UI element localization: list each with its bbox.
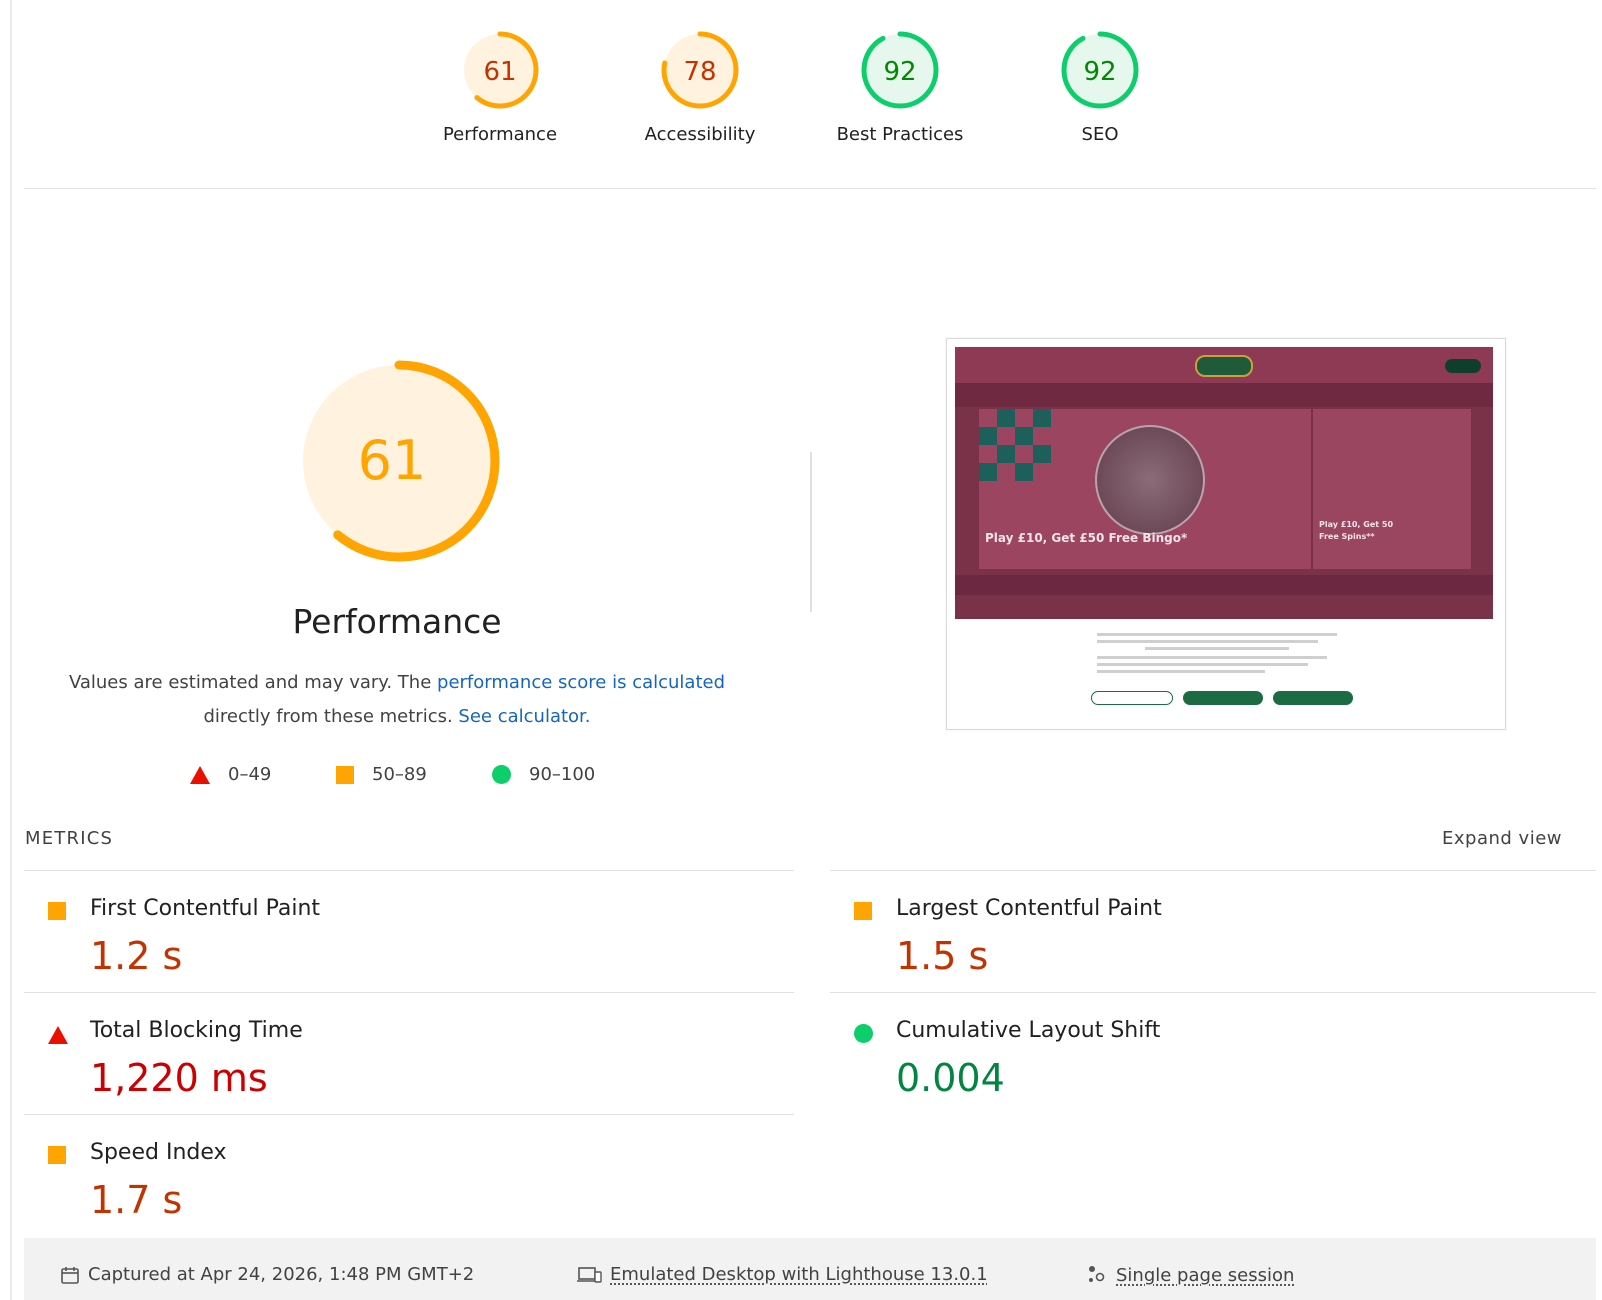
gauge-ring: 78 xyxy=(661,31,739,109)
session-text: Single page session xyxy=(1116,1264,1295,1286)
gauge-ring: 61 xyxy=(461,31,539,109)
metric-value: 1,220 ms xyxy=(90,1056,268,1100)
session-type[interactable]: Single page session xyxy=(1086,1264,1294,1286)
see-calculator-link[interactable]: See calculator. xyxy=(458,706,590,727)
gauge-seo[interactable]: 92 SEO xyxy=(1010,28,1190,145)
emulated-device[interactable]: Emulated Desktop with Lighthouse 13.0.1 xyxy=(576,1264,988,1285)
legend-pass: 90–100 xyxy=(492,764,595,785)
legend-fail: 0–49 xyxy=(190,764,271,785)
gauge-label: Performance xyxy=(442,124,558,145)
square-icon xyxy=(48,1146,66,1164)
screenshot-strip xyxy=(955,575,1493,595)
gauge-ring: 92 xyxy=(1061,31,1139,109)
metric-name: Total Blocking Time xyxy=(90,1018,303,1043)
desc-text: Values are estimated and may vary. The xyxy=(68,672,438,693)
metric-si: Speed Index 1.7 s xyxy=(24,1128,754,1240)
emulated-text: Emulated Desktop with Lighthouse 13.0.1 xyxy=(610,1264,988,1285)
captured-text: Captured at Apr 24, 2026, 1:48 PM GMT+2 xyxy=(88,1264,475,1285)
gauge-score: 61 xyxy=(483,57,516,87)
legend-range: 0–49 xyxy=(228,764,272,785)
metric-divider xyxy=(24,1114,794,1115)
gauge-score: 92 xyxy=(883,57,916,87)
metric-divider xyxy=(830,992,1596,993)
screenshot-hero-text: Play £10, Get £50 Free Bingo* xyxy=(985,531,1188,545)
gauge-best-practices[interactable]: 92 Best Practices xyxy=(810,28,990,145)
vertical-divider xyxy=(810,452,812,612)
circle-icon xyxy=(854,1024,873,1043)
score-calculated-link[interactable]: performance score is calculated xyxy=(437,672,725,693)
gauge-ring: 92 xyxy=(861,31,939,109)
metric-value: 1.2 s xyxy=(90,934,183,978)
screenshot-hero-2 xyxy=(1313,409,1471,569)
captured-at: Captured at Apr 24, 2026, 1:48 PM GMT+2 xyxy=(60,1264,474,1285)
metric-cls: Cumulative Layout Shift 0.004 xyxy=(830,1006,1560,1118)
screenshot-nav xyxy=(955,383,1493,407)
legend-range: 50–89 xyxy=(372,764,427,785)
metric-tbt: Total Blocking Time 1,220 ms xyxy=(24,1006,754,1118)
screenshot-page: Play £10, Get £50 Free Bingo* Play £10, … xyxy=(955,347,1493,619)
metric-name: Cumulative Layout Shift xyxy=(896,1018,1161,1043)
triangle-icon xyxy=(190,765,210,784)
screenshot-logo xyxy=(1195,355,1253,377)
metric-divider xyxy=(24,992,794,993)
metric-lcp: Largest Contentful Paint 1.5 s xyxy=(830,884,1560,996)
gauge-performance[interactable]: 61 Performance xyxy=(410,28,590,145)
screenshot-cookie-banner xyxy=(1097,633,1337,677)
square-icon xyxy=(854,902,872,920)
screenshot-checker xyxy=(979,409,1051,481)
screenshot-manage-button xyxy=(1091,691,1173,705)
gauge-label: SEO xyxy=(1081,124,1119,145)
metric-divider xyxy=(24,870,794,871)
score-legend: 0–49 50–89 90–100 xyxy=(190,764,640,790)
desktop-device-icon xyxy=(577,1266,602,1283)
metric-value: 1.7 s xyxy=(90,1178,183,1222)
metric-name: Largest Contentful Paint xyxy=(896,896,1162,921)
metric-divider xyxy=(830,870,1596,871)
gauge-ring-large: 61 xyxy=(298,360,500,562)
legend-range: 90–100 xyxy=(529,764,596,785)
screenshot-necessary-button xyxy=(1183,691,1263,705)
square-icon xyxy=(48,902,66,920)
screenshot-hero-text-2: Play £10, Get 50 Free Spins** xyxy=(1319,520,1394,541)
gauge-accessibility[interactable]: 78 Accessibility xyxy=(610,28,790,145)
performance-gauge-large: 61 xyxy=(294,356,504,570)
circle-icon xyxy=(492,765,511,784)
session-icon xyxy=(1089,1266,1105,1282)
expand-view-toggle[interactable]: Expand view xyxy=(1442,828,1562,849)
final-screenshot[interactable]: Play £10, Get £50 Free Bingo* Play £10, … xyxy=(946,338,1506,730)
runtime-settings-footer: Captured at Apr 24, 2026, 1:48 PM GMT+2 … xyxy=(24,1238,1596,1300)
gauge-label: Accessibility xyxy=(644,124,756,145)
metric-value: 0.004 xyxy=(896,1056,1005,1100)
desc-text-2: directly from these metrics. xyxy=(203,706,459,727)
screenshot-bingo-ball xyxy=(1095,425,1205,535)
calendar-icon xyxy=(61,1266,79,1284)
metric-name: First Contentful Paint xyxy=(90,896,321,921)
triangle-icon xyxy=(48,1026,68,1044)
header-divider xyxy=(24,188,1596,189)
gauge-score: 92 xyxy=(1083,57,1116,87)
metric-fcp: First Contentful Paint 1.2 s xyxy=(24,884,754,996)
screenshot-join-button xyxy=(1445,359,1481,373)
gauge-label: Best Practices xyxy=(836,124,964,145)
legend-average: 50–89 xyxy=(336,764,427,785)
square-icon xyxy=(336,765,354,784)
performance-description: Values are estimated and may vary. The p… xyxy=(60,666,734,734)
performance-title: Performance xyxy=(292,602,502,641)
gauge-score: 78 xyxy=(683,57,716,87)
metric-value: 1.5 s xyxy=(896,934,989,978)
performance-score-large: 61 xyxy=(358,429,427,492)
metric-name: Speed Index xyxy=(90,1140,227,1165)
category-gauges: 61 Performance 78 Accessibility 92 Best … xyxy=(430,28,1190,168)
screenshot-allow-button xyxy=(1273,691,1353,705)
left-border xyxy=(10,0,12,1300)
metrics-heading: METRICS xyxy=(25,828,114,849)
